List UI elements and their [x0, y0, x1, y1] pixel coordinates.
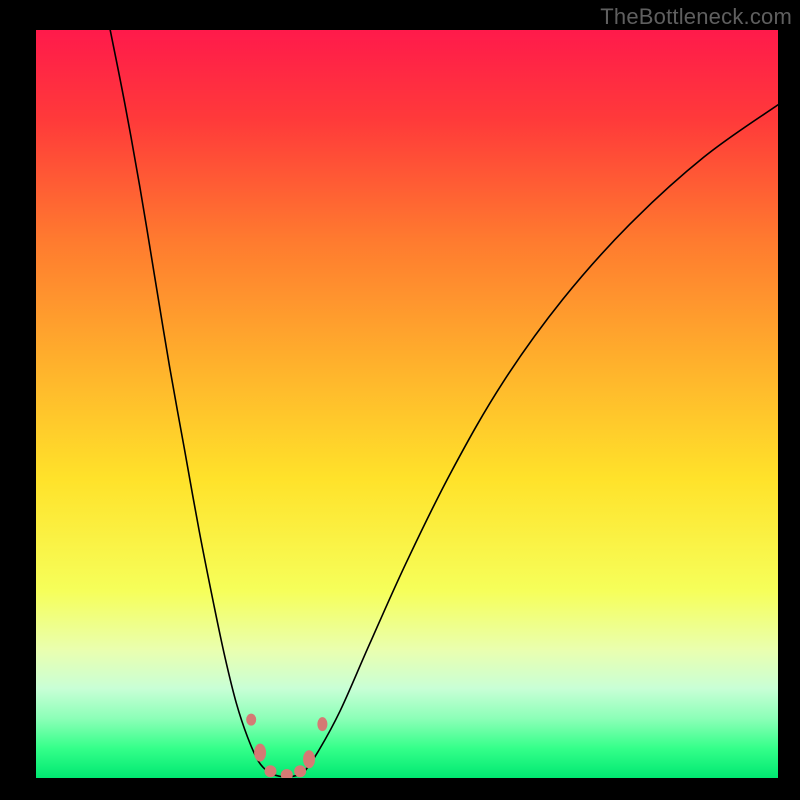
plot-svg	[36, 30, 778, 778]
marker-point	[254, 744, 266, 762]
marker-point	[294, 765, 306, 777]
watermark-text: TheBottleneck.com	[600, 4, 792, 30]
marker-point	[303, 750, 315, 768]
gradient-background	[36, 30, 778, 778]
chart-frame: TheBottleneck.com	[0, 0, 800, 800]
marker-point	[317, 717, 327, 731]
marker-point	[246, 714, 256, 726]
plot-area	[36, 30, 778, 778]
marker-point	[264, 765, 276, 777]
